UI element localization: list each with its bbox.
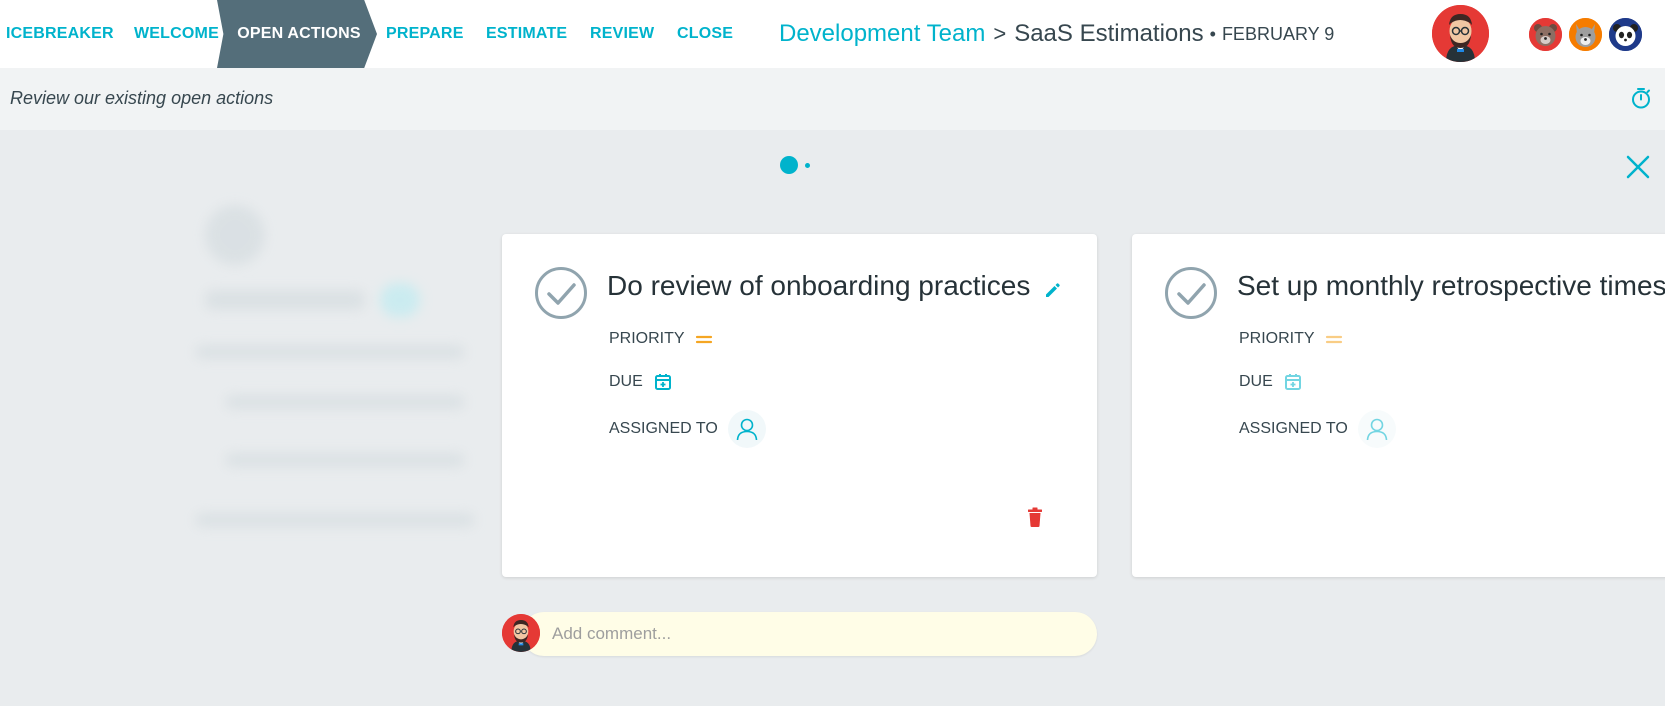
blurred-line	[195, 513, 475, 527]
current-user-avatar[interactable]	[1432, 5, 1489, 62]
due-field: DUE	[609, 372, 673, 392]
priority-label: PRIORITY	[609, 330, 685, 347]
trash-icon[interactable]	[1025, 506, 1045, 528]
blurred-line	[195, 345, 465, 359]
priority-label: PRIORITY	[1239, 330, 1315, 347]
top-navigation-bar: ICEBREAKER WELCOME OPEN ACTIONS PREPARE …	[0, 0, 1665, 68]
blurred-background-panel	[195, 195, 485, 555]
participant-avatar-bear[interactable]	[1527, 16, 1564, 53]
due-label: DUE	[609, 373, 643, 390]
breadcrumb-dot: •	[1209, 23, 1216, 44]
step-review[interactable]: REVIEW	[590, 0, 654, 68]
action-card[interactable]: Do review of onboarding practices PRIORI…	[502, 234, 1097, 577]
due-field: DUE	[1239, 372, 1303, 392]
breadcrumb-team[interactable]: Development Team	[779, 20, 985, 48]
calendar-add-icon[interactable]	[653, 372, 673, 392]
hipster-avatar-icon	[502, 614, 540, 652]
blurred-circle	[205, 205, 265, 265]
carousel-pager	[780, 156, 810, 174]
breadcrumb-separator: >	[993, 21, 1007, 46]
blurred-line	[225, 453, 465, 467]
assigned-label: ASSIGNED TO	[609, 420, 718, 437]
action-title[interactable]: Set up monthly retrospective times	[1237, 270, 1665, 302]
priority-medium-icon[interactable]	[1325, 330, 1343, 348]
blurred-line	[205, 290, 365, 310]
comment-box	[502, 612, 1097, 656]
priority-medium-icon[interactable]	[695, 330, 713, 348]
comment-author-avatar	[502, 614, 540, 652]
user-outline-icon[interactable]	[727, 410, 766, 448]
wolf-avatar-icon	[1569, 18, 1602, 51]
bear-avatar-icon	[1529, 18, 1562, 51]
assigned-field: ASSIGNED TO	[1239, 410, 1396, 448]
session-date: FEBRUARY 9	[1221, 23, 1335, 44]
assigned-label: ASSIGNED TO	[1239, 420, 1348, 437]
breadcrumb: Development Team > SaaS Estimations • FE…	[779, 0, 1334, 68]
blurred-line	[225, 395, 465, 409]
action-title[interactable]: Do review of onboarding practices	[607, 270, 1030, 302]
close-icon[interactable]	[1625, 154, 1651, 180]
participant-avatar-wolf[interactable]	[1567, 16, 1604, 53]
participant-avatar-panda[interactable]	[1607, 16, 1644, 53]
pager-dot[interactable]	[805, 162, 810, 168]
step-prepare[interactable]: PREPARE	[386, 0, 464, 68]
action-card[interactable]: Set up monthly retrospective times PRIOR…	[1132, 234, 1665, 577]
step-welcome[interactable]: WELCOME	[134, 0, 219, 68]
comment-input[interactable]	[522, 612, 1097, 656]
priority-field: PRIORITY	[609, 330, 713, 348]
step-estimate[interactable]: ESTIMATE	[486, 0, 567, 68]
due-label: DUE	[1239, 373, 1273, 390]
stopwatch-icon[interactable]	[1629, 86, 1653, 110]
check-circle-icon[interactable]	[1164, 266, 1218, 320]
assigned-field: ASSIGNED TO	[609, 410, 766, 448]
user-outline-icon[interactable]	[1357, 410, 1396, 448]
pager-dot-active[interactable]	[780, 156, 798, 174]
step-description: Review our existing open actions	[10, 88, 274, 108]
step-open-actions[interactable]: OPEN ACTIONS	[217, 0, 377, 68]
check-circle-icon[interactable]	[534, 266, 588, 320]
breadcrumb-session: SaaS Estimations	[1014, 20, 1204, 47]
panda-avatar-icon	[1609, 18, 1642, 51]
step-icebreaker[interactable]: ICEBREAKER	[6, 0, 114, 68]
pencil-icon[interactable]	[1043, 280, 1063, 300]
calendar-add-icon[interactable]	[1283, 372, 1303, 392]
priority-field: PRIORITY	[1239, 330, 1343, 348]
step-description-bar: Review our existing open actions	[0, 68, 1665, 130]
step-close[interactable]: CLOSE	[677, 0, 733, 68]
blurred-badge	[380, 283, 420, 317]
hipster-avatar-icon	[1432, 5, 1489, 62]
